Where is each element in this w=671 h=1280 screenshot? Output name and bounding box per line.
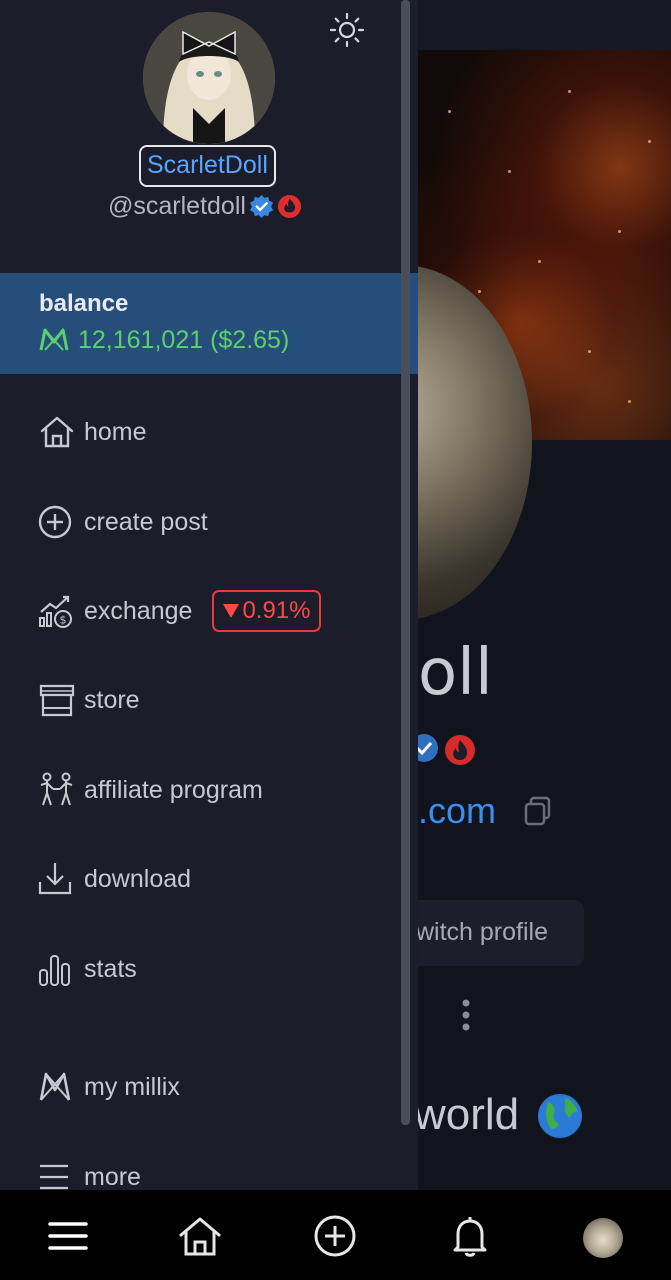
plus-circle-icon <box>38 505 72 539</box>
nav-item-home[interactable]: home <box>38 407 147 457</box>
drawer-scrollbar[interactable] <box>401 0 410 1125</box>
nav-label-store: store <box>84 685 140 714</box>
profile-avatar-tab[interactable] <box>583 1218 623 1258</box>
nav-label-home: home <box>84 417 147 446</box>
nav-item-stats[interactable]: stats <box>38 944 137 994</box>
nav-item-store[interactable]: store <box>38 675 140 725</box>
nav-label-create-post: create post <box>84 507 208 536</box>
download-icon <box>38 863 72 895</box>
exchange-chart-icon: $ <box>39 595 72 628</box>
nav-label-more: more <box>84 1162 141 1191</box>
handle-row: @scarletdoll <box>108 190 302 222</box>
fire-badge-icon <box>277 194 301 218</box>
avatar-portrait <box>143 12 275 144</box>
store-icon <box>39 684 75 717</box>
profile-name: oll <box>418 636 493 710</box>
menu-icon[interactable] <box>46 1214 90 1258</box>
verified-badge-icon <box>249 194 273 218</box>
home-icon[interactable] <box>178 1214 222 1258</box>
balance-amount: 12,161,021 ($2.65) <box>78 326 290 354</box>
nav-item-download[interactable]: download <box>38 854 191 904</box>
profile-badges <box>410 734 475 765</box>
nav-item-create-post[interactable]: create post <box>38 497 208 547</box>
plus-circle-icon[interactable] <box>313 1214 357 1258</box>
balance-label: balance <box>39 290 129 317</box>
exchange-change-value: 0.91% <box>242 597 311 624</box>
bottom-navigation-bar <box>0 1190 671 1280</box>
switch-profile-button[interactable]: witch profile <box>400 900 584 966</box>
nav-item-more[interactable]: more <box>38 1152 141 1190</box>
profile-bio: world <box>414 1090 520 1139</box>
theme-toggle-sun-icon[interactable] <box>329 12 365 48</box>
exchange-change-badge: 0.91% <box>212 590 321 632</box>
nav-item-my-millix[interactable]: my millix <box>38 1062 180 1112</box>
home-icon <box>40 416 74 448</box>
user-avatar[interactable] <box>143 12 275 144</box>
menu-icon <box>40 1164 68 1190</box>
millix-logo-icon <box>39 1072 71 1101</box>
millix-logo-icon <box>39 328 69 351</box>
nav-item-exchange[interactable]: $ exchange 0.91% <box>38 586 321 636</box>
profile-link[interactable]: .com <box>418 790 496 832</box>
nav-label-stats: stats <box>84 954 137 983</box>
profile-topbar <box>418 0 671 50</box>
display-name[interactable]: ScarletDoll <box>139 145 276 187</box>
nav-label-exchange: exchange <box>84 596 193 625</box>
copy-icon[interactable] <box>522 795 554 827</box>
down-triangle-icon <box>223 604 240 618</box>
nav-item-affiliate-program[interactable]: affiliate program <box>38 765 263 815</box>
people-icon <box>40 772 73 806</box>
nav-label-download: download <box>84 864 192 893</box>
more-options-icon[interactable] <box>456 998 476 1032</box>
bar-chart-icon <box>39 955 70 986</box>
user-handle: @scarletdoll <box>108 191 246 220</box>
navigation-drawer: ScarletDoll @scarletdoll balance 12,161,… <box>0 0 418 1190</box>
globe-icon <box>538 1094 582 1138</box>
nav-label-affiliate-program: affiliate program <box>84 775 263 804</box>
balance-panel[interactable]: balance 12,161,021 ($2.65) <box>0 273 418 374</box>
bell-icon[interactable] <box>448 1214 492 1258</box>
switch-profile-label: witch profile <box>416 918 548 946</box>
nav-label-my-millix: my millix <box>84 1072 180 1101</box>
svg-text:$: $ <box>60 614 67 627</box>
